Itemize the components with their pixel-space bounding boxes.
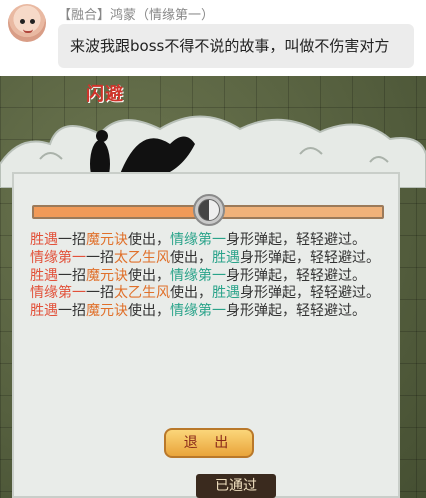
dodge-title: 闪避 [86,84,124,105]
log-target: 情缘第一 [170,232,226,248]
log-skill: 魔元诀 [86,267,128,284]
log-text: 使出， [170,249,212,266]
log-text: 使出， [128,232,170,248]
log-skill: 魔元诀 [86,303,128,320]
log-text: 身形弹起，轻轻避过。 [226,303,366,320]
log-text: 使出， [128,303,170,320]
exit-button[interactable]: 退 出 [164,428,254,458]
log-text: 一招 [86,249,114,266]
log-line: 胜遇一招魔元诀使出，情缘第一身形弹起，轻轻避过。 [30,303,390,320]
battle-log: 胜遇一招魔元诀使出，情缘第一身形弹起，轻轻避过。 情缘第一一招太乙生风使出，胜遇身… [30,232,390,320]
log-skill: 太乙生风 [114,249,170,266]
log-text: 一招 [58,232,86,248]
progress-fill [34,207,208,217]
log-line: 情缘第一一招太乙生风使出，胜遇身形弹起，轻轻避过。 [30,250,390,267]
log-text: 身形弹起，轻轻避过。 [240,249,380,266]
log-actor: 情缘第一 [30,285,86,302]
log-text: 一招 [58,303,86,320]
yin-yang-icon [193,194,225,226]
log-skill: 太乙生风 [114,285,170,302]
log-text: 身形弹起，轻轻避过。 [226,267,366,284]
avatar[interactable] [8,4,46,42]
log-actor: 情缘第一 [30,249,86,266]
log-target: 情缘第一 [170,303,226,320]
avatar-eye-left [20,19,25,24]
sender-name: 【融合】鸿蒙（情缘第一） [58,8,215,23]
log-text: 身形弹起，轻轻避过。 [240,285,380,302]
log-target: 情缘第一 [170,267,226,284]
log-actor: 胜遇 [30,303,58,320]
log-line: 情缘第一一招太乙生风使出，胜遇身形弹起，轻轻避过。 [30,285,390,302]
avatar-eye-right [30,19,35,24]
log-line: 胜遇一招魔元诀使出，情缘第一身形弹起，轻轻避过。 [30,268,390,285]
log-target: 胜遇 [212,249,240,266]
log-text: 使出， [170,285,212,302]
log-line: 胜遇一招魔元诀使出，情缘第一身形弹起，轻轻避过。 [30,232,390,249]
passed-sign: 已通过 [196,474,276,498]
log-text: 使出， [128,267,170,284]
log-actor: 胜遇 [30,232,58,248]
message-bubble[interactable]: 来波我跟boss不得不说的故事，叫做不伤害对方 [58,24,414,68]
log-text: 一招 [58,267,86,284]
game-scene: 闪避 胜遇一招魔元诀使出，情缘第一身形弹起，轻轻避过。 情缘第一一招太乙生风使出，… [0,76,426,498]
log-text: 一招 [86,285,114,302]
log-text: 身形弹起，轻轻避过。 [226,232,366,248]
log-skill: 魔元诀 [86,232,128,248]
chat-header: 【融合】鸿蒙（情缘第一） 来波我跟boss不得不说的故事，叫做不伤害对方 [0,0,426,76]
avatar-mouth [23,29,33,33]
log-actor: 胜遇 [30,267,58,284]
log-target: 胜遇 [212,285,240,302]
